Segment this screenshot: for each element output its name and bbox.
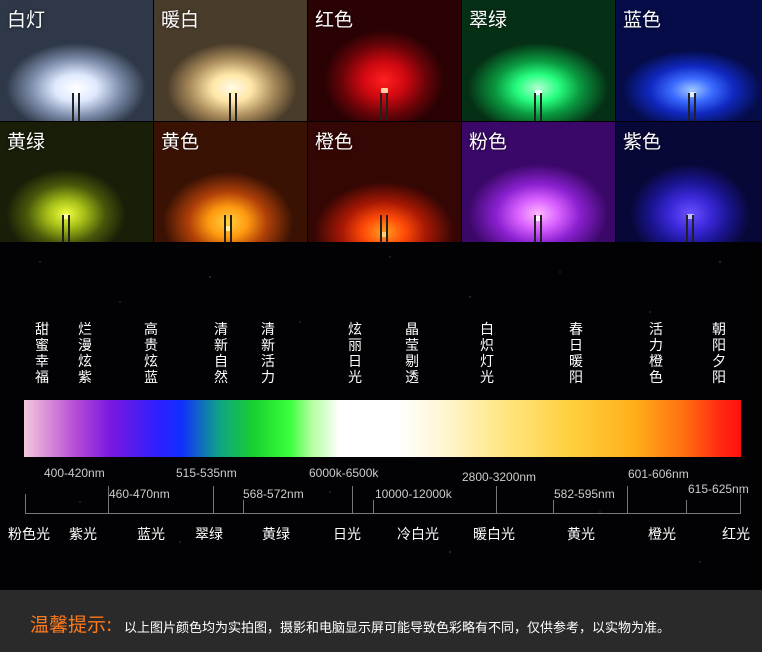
desc-fresh-natural: 清新自然 [214, 322, 228, 386]
tile-label-purple: 紫色 [623, 131, 662, 153]
color-spectrum-bar [24, 400, 741, 457]
tile-red: 红色 [308, 0, 461, 121]
color-name-blue: 蓝光 [137, 527, 165, 543]
led-leads [70, 93, 82, 121]
axis-tick [213, 486, 214, 513]
color-name-orange: 橙光 [648, 527, 676, 543]
desc-incandescent: 白炽灯光 [480, 322, 494, 386]
tile-warm-white: 暖白 [154, 0, 307, 121]
footer-notice: 温馨提示: 以上图片颜色均为实拍图，摄影和电脑显示屏可能导致色彩略有不同，仅供参… [0, 590, 762, 652]
color-name-red: 红光 [722, 527, 750, 543]
led-photo-grid: 白灯 暖白 红色 翠绿 蓝色 黄绿 黄色 橙色 粉色 紫色 [0, 0, 762, 243]
wavelength-label: 2800-3200nm [462, 470, 537, 484]
axis-tick [496, 486, 497, 513]
wavelength-label: 460-470nm [109, 487, 170, 501]
wavelength-label: 601-606nm [628, 467, 689, 481]
notice-title: 温馨提示: [30, 614, 113, 636]
tile-yellow-green: 黄绿 [0, 122, 153, 243]
wavelength-label: 568-572nm [243, 487, 304, 501]
wavelength-label: 515-535nm [176, 466, 237, 480]
desc-vital-orange: 活力橙色 [649, 322, 663, 386]
color-name-yellow-green: 黄绿 [262, 527, 290, 543]
desc-sweet-happy: 甜蜜幸福 [35, 322, 49, 386]
tile-white: 白灯 [0, 0, 153, 121]
led-leads [686, 93, 698, 121]
axis-tick [352, 486, 353, 513]
tile-orange: 橙色 [308, 122, 461, 243]
tile-label-pink: 粉色 [469, 131, 508, 153]
led-leads [378, 215, 390, 243]
color-name-purple: 紫光 [69, 527, 97, 543]
tile-label-yellow-green: 黄绿 [7, 131, 46, 153]
color-name-cool-white: 冷白光 [397, 527, 439, 543]
led-leads [532, 215, 544, 243]
tile-pink: 粉色 [462, 122, 615, 243]
tile-label-yellow: 黄色 [161, 131, 200, 153]
tile-label-red: 红色 [315, 9, 354, 31]
tile-label-warm-white: 暖白 [161, 9, 200, 31]
desc-crystal-clear: 晶莹剔透 [405, 322, 419, 386]
desc-spring-sun: 春日暖阳 [569, 322, 583, 386]
tile-purple: 紫色 [616, 122, 762, 243]
tile-label-emerald: 翠绿 [469, 9, 508, 31]
color-name-yellow: 黄光 [567, 527, 595, 543]
wavelength-label: 6000k-6500k [309, 466, 379, 480]
led-leads [60, 215, 72, 243]
axis-tick [108, 486, 109, 513]
axis-tick [243, 500, 244, 513]
led-leads [222, 215, 234, 243]
tile-yellow: 黄色 [154, 122, 307, 243]
wavelength-axis [25, 513, 741, 514]
desc-noble-blue: 高贵炫蓝 [144, 322, 158, 386]
axis-tick [686, 500, 687, 513]
led-leads [684, 215, 696, 243]
color-name-pink: 粉色光 [8, 527, 50, 543]
axis-tick [25, 494, 26, 513]
desc-sunrise-sunset: 朝阳夕阳 [712, 322, 726, 386]
notice-text: 以上图片颜色均为实拍图，摄影和电脑显示屏可能导致色彩略有不同，仅供参考，以实物为… [124, 621, 671, 636]
desc-romantic-purple: 烂漫炫紫 [78, 322, 92, 386]
tile-blue: 蓝色 [616, 0, 762, 121]
tile-label-blue: 蓝色 [623, 9, 662, 31]
axis-tick [373, 500, 374, 513]
wavelength-label: 582-595nm [554, 487, 615, 501]
axis-tick [740, 494, 741, 513]
wavelength-label: 10000-12000k [375, 487, 452, 501]
axis-tick [553, 500, 554, 513]
led-leads [532, 93, 544, 121]
led-leads [378, 93, 390, 121]
axis-tick [627, 486, 628, 513]
color-name-warm-white: 暖白光 [473, 527, 515, 543]
desc-dazzling-daylight: 炫丽日光 [348, 322, 362, 386]
color-name-daylight: 日光 [333, 527, 361, 543]
color-name-emerald: 翠绿 [195, 527, 223, 543]
tile-emerald: 翠绿 [462, 0, 615, 121]
desc-fresh-vital: 清新活力 [261, 322, 275, 386]
tile-label-white: 白灯 [7, 9, 46, 31]
tile-label-orange: 橙色 [315, 131, 354, 153]
led-leads [227, 93, 239, 121]
wavelength-label: 400-420nm [44, 466, 105, 480]
